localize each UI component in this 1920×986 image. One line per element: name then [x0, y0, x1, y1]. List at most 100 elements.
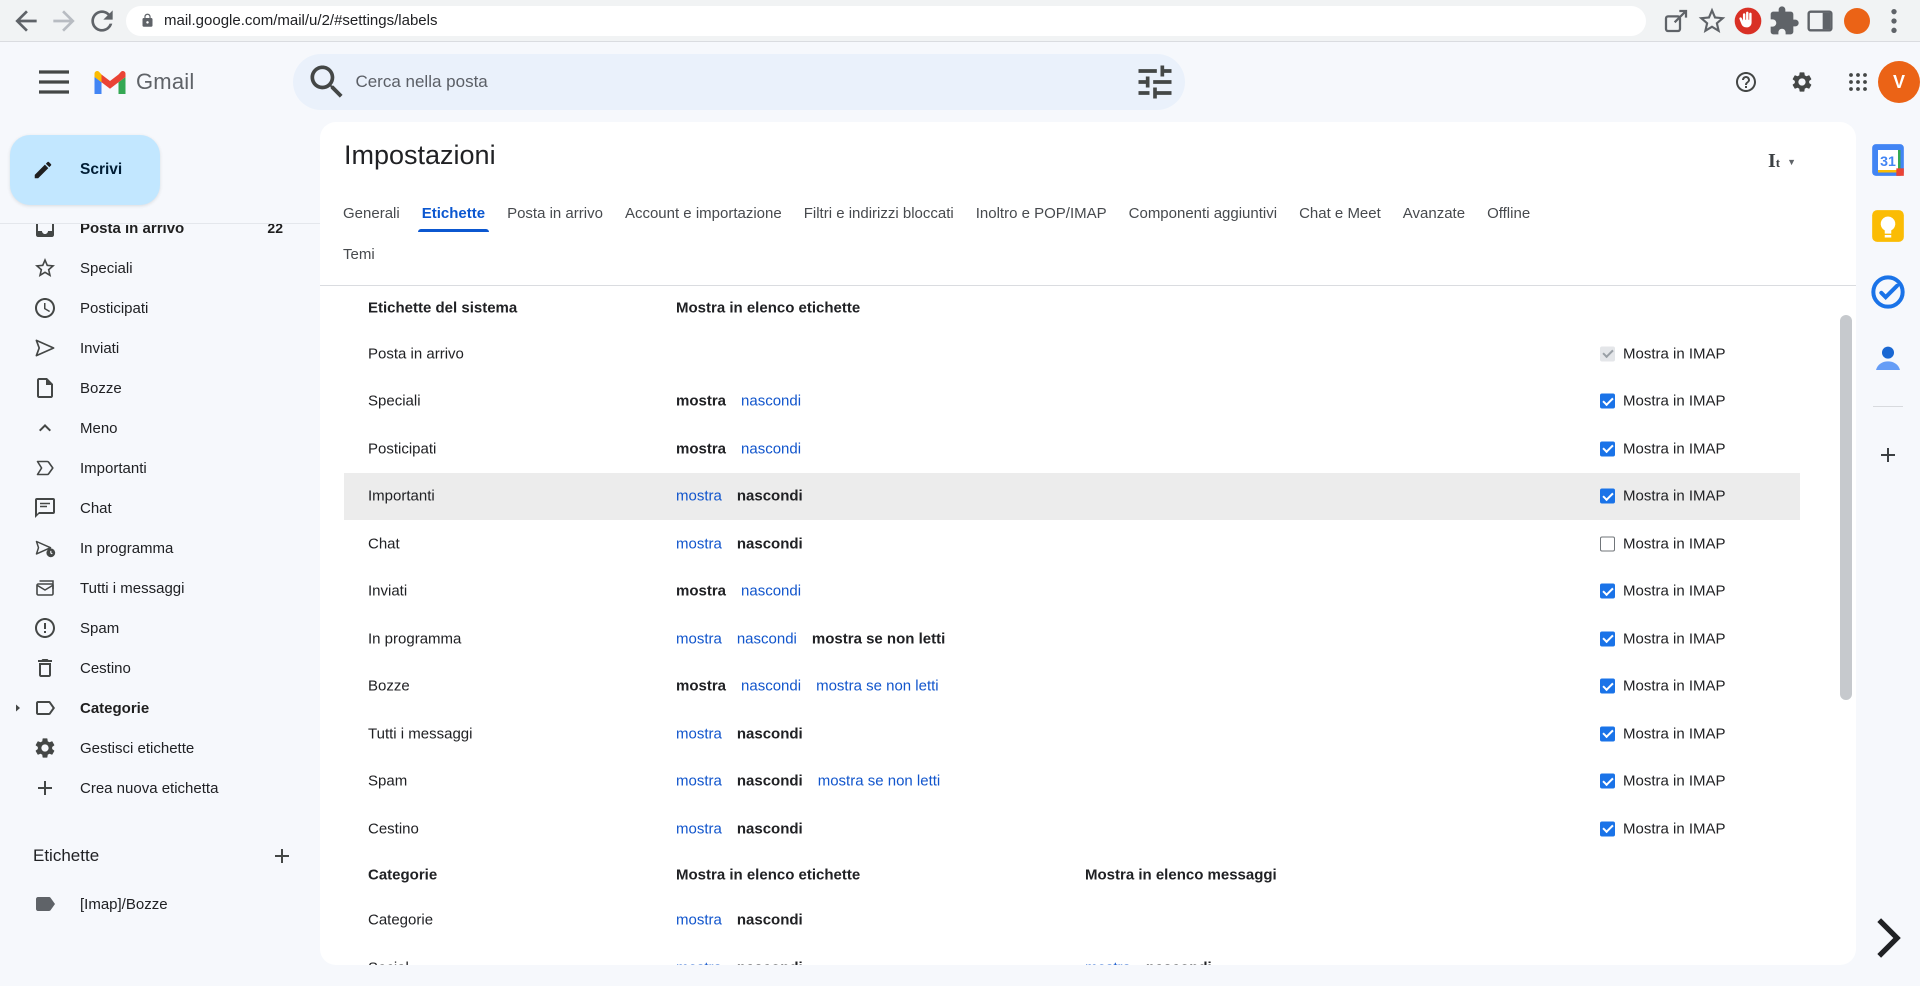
- menu-dots-icon[interactable]: [1878, 5, 1910, 37]
- card-scrollbar[interactable]: [1840, 315, 1852, 700]
- imap-checkbox[interactable]: [1600, 774, 1615, 789]
- account-avatar[interactable]: V: [1878, 61, 1920, 103]
- plus-icon: [33, 776, 57, 800]
- option-link-mostra-se-non-letti[interactable]: mostra se non letti: [818, 773, 941, 790]
- sidebar-item-spam[interactable]: Spam: [0, 608, 320, 648]
- back-button[interactable]: [10, 5, 42, 37]
- sidebar-item-posta-in-arrivo[interactable]: Posta in arrivo22: [0, 223, 320, 248]
- option-link-mostra[interactable]: mostra: [676, 912, 722, 929]
- tab-avanzate[interactable]: Avanzate: [1403, 194, 1465, 232]
- expander-icon[interactable]: [12, 702, 24, 714]
- option-link-nascondi[interactable]: nascondi: [737, 630, 797, 647]
- option-link-mostra[interactable]: mostra: [1085, 959, 1131, 965]
- option-link-mostra[interactable]: mostra: [676, 630, 722, 647]
- tab-etichette[interactable]: Etichette: [422, 194, 485, 232]
- sidebar-item-bozze[interactable]: Bozze: [0, 368, 320, 408]
- option-link-mostra[interactable]: mostra: [676, 535, 722, 552]
- sidebar-item-label: Tutti i messaggi: [80, 580, 184, 597]
- address-bar[interactable]: mail.google.com/mail/u/2/#settings/label…: [126, 6, 1646, 36]
- tab-offline[interactable]: Offline: [1487, 194, 1530, 232]
- input-tools-button[interactable]: It▼: [1768, 150, 1796, 173]
- header-icons: [1734, 70, 1870, 94]
- search-input[interactable]: Cerca nella posta: [355, 72, 1133, 92]
- hide-side-panel-button[interactable]: [1856, 906, 1920, 970]
- browser-profile-avatar[interactable]: [1844, 8, 1870, 34]
- main-menu-button[interactable]: [34, 62, 74, 102]
- search-options-icon[interactable]: [1133, 60, 1177, 104]
- sidebar-item-inviati[interactable]: Inviati: [0, 328, 320, 368]
- sidebar-item-in-programma[interactable]: In programma: [0, 528, 320, 568]
- imap-checkbox[interactable]: [1600, 726, 1615, 741]
- tab-temi[interactable]: Temi: [343, 236, 375, 272]
- sidebar-item-speciali[interactable]: Speciali: [0, 248, 320, 288]
- tab-filtri-e-indirizzi-bloccati[interactable]: Filtri e indirizzi bloccati: [804, 194, 954, 232]
- label-item-imap-bozze[interactable]: [Imap]/Bozze: [0, 884, 320, 924]
- puzzle-icon[interactable]: [1768, 5, 1800, 37]
- contacts-icon[interactable]: [1868, 338, 1908, 378]
- row-label: Social: [368, 959, 409, 965]
- gmail-logo[interactable]: Gmail: [92, 68, 194, 96]
- help-icon[interactable]: [1734, 70, 1758, 94]
- imap-checkbox[interactable]: [1600, 821, 1615, 836]
- tab-posta-in-arrivo[interactable]: Posta in arrivo: [507, 194, 603, 232]
- imap-checkbox[interactable]: [1600, 536, 1615, 551]
- sidebar-item-gestisci-etichette[interactable]: Gestisci etichette: [0, 728, 320, 768]
- sidebar-nav: Posta in arrivo22SpecialiPosticipati Invi…: [0, 223, 320, 808]
- settings-icon[interactable]: [1790, 70, 1814, 94]
- tab-generali[interactable]: Generali: [343, 194, 400, 232]
- search-bar[interactable]: Cerca nella posta: [293, 54, 1185, 110]
- tab-chat-e-meet[interactable]: Chat e Meet: [1299, 194, 1381, 232]
- sidebar-item-chat[interactable]: Chat: [0, 488, 320, 528]
- imap-checkbox[interactable]: [1600, 631, 1615, 646]
- tab-inoltro-e-pop-imap[interactable]: Inoltro e POP/IMAP: [976, 194, 1107, 232]
- calendar-icon[interactable]: 31: [1868, 140, 1908, 180]
- reload-button[interactable]: [86, 5, 118, 37]
- row-label: Posticipati: [368, 440, 436, 457]
- option-link-nascondi[interactable]: nascondi: [741, 678, 801, 695]
- option-link-mostra[interactable]: mostra: [676, 959, 722, 965]
- tasks-icon[interactable]: [1868, 272, 1908, 312]
- imap-checkbox[interactable]: [1600, 346, 1615, 361]
- sidebar-item-label: Cestino: [80, 660, 131, 677]
- sidebar-item-importanti[interactable]: Importanti: [0, 448, 320, 488]
- adblock-icon[interactable]: [1732, 5, 1764, 37]
- sidebar-item-meno[interactable]: Meno: [0, 408, 320, 448]
- imap-checkbox[interactable]: [1600, 584, 1615, 599]
- imap-checkbox[interactable]: [1600, 441, 1615, 456]
- gear-icon: [33, 736, 57, 760]
- compose-button[interactable]: Scrivi: [10, 135, 160, 205]
- sidebar-item-posticipati[interactable]: Posticipati: [0, 288, 320, 328]
- option-link-nascondi[interactable]: nascondi: [741, 440, 801, 457]
- option-link-mostra[interactable]: mostra: [676, 820, 722, 837]
- keep-icon[interactable]: [1868, 206, 1908, 246]
- search-icon[interactable]: [305, 60, 349, 104]
- option-link-mostra[interactable]: mostra: [676, 488, 722, 505]
- imap-checkbox[interactable]: [1600, 489, 1615, 504]
- option-state-mostra: mostra: [676, 440, 726, 457]
- gmail-app: Gmail Cerca nella posta V Scrivi Posta i…: [0, 42, 1920, 986]
- sidepanel-icon[interactable]: [1804, 5, 1836, 37]
- get-add-ons-button[interactable]: [1876, 443, 1900, 467]
- option-link-nascondi[interactable]: nascondi: [741, 393, 801, 410]
- imap-checkbox[interactable]: [1600, 679, 1615, 694]
- option-link-nascondi[interactable]: nascondi: [741, 583, 801, 600]
- share-icon[interactable]: [1660, 5, 1692, 37]
- sidebar-item-label: Inviati: [80, 340, 119, 357]
- forward-button[interactable]: [48, 5, 80, 37]
- option-link-mostra[interactable]: mostra: [676, 725, 722, 742]
- imap-checkbox[interactable]: [1600, 394, 1615, 409]
- tab-componenti-aggiuntivi[interactable]: Componenti aggiuntivi: [1129, 194, 1277, 232]
- imap-label: Mostra in IMAP: [1623, 440, 1726, 457]
- sidebar-item-categorie[interactable]: Categorie: [0, 688, 320, 728]
- apps-icon[interactable]: [1846, 70, 1870, 94]
- sidebar-item-cestino[interactable]: Cestino: [0, 648, 320, 688]
- option-link-mostra-se-non-letti[interactable]: mostra se non letti: [816, 678, 939, 695]
- row-label: Bozze: [368, 678, 410, 695]
- sidebar-item-label: Categorie: [80, 700, 149, 717]
- create-label-icon[interactable]: [270, 844, 294, 868]
- bookmark-icon[interactable]: [1696, 5, 1728, 37]
- tab-account-e-importazione[interactable]: Account e importazione: [625, 194, 782, 232]
- sidebar-item-tutti-i-messaggi[interactable]: Tutti i messaggi: [0, 568, 320, 608]
- option-link-mostra[interactable]: mostra: [676, 773, 722, 790]
- sidebar-item-crea-nuova-etichetta[interactable]: Crea nuova etichetta: [0, 768, 320, 808]
